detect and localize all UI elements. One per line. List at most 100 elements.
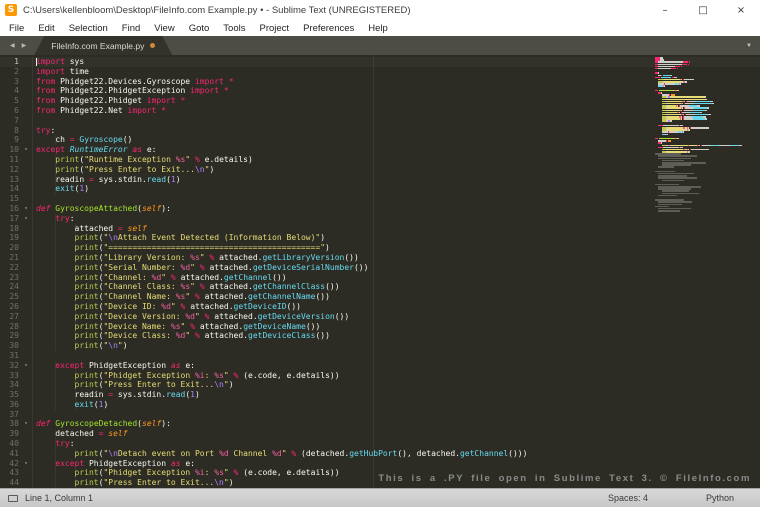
code-line[interactable]: 19 print("\nAttach Event Detected (Infor… [0, 233, 760, 244]
code-line[interactable]: 17 ▾ try: [0, 213, 760, 224]
code-line[interactable]: 36 exit(1) [0, 399, 760, 410]
menu-tools[interactable]: Tools [216, 22, 252, 35]
code-line[interactable]: 40 try: [0, 439, 760, 449]
code-line[interactable]: 15 [0, 194, 760, 204]
code-line[interactable]: 23 print("Channel: %d" % attached.getCha… [0, 272, 760, 283]
menu-goto[interactable]: Goto [182, 22, 217, 35]
code-text: try: [36, 125, 56, 135]
tab-overflow-icon[interactable]: ▼ [746, 36, 752, 55]
code-text: def GyroscopeDetached(self): [36, 419, 171, 429]
indent-guide [55, 429, 57, 440]
menu-project[interactable]: Project [252, 22, 296, 35]
tab-nav: ◀ ▶ [0, 36, 32, 55]
code-text: ch = Gyroscope() [36, 135, 133, 146]
code-line[interactable]: 31 [0, 350, 760, 361]
code-line[interactable]: 11 print("Runtime Exception %s" % e.deta… [0, 154, 760, 165]
code-line[interactable]: 20 print("==============================… [0, 243, 760, 253]
fold-gutter [20, 125, 33, 136]
code-line[interactable]: 37 [0, 409, 760, 420]
code-line[interactable]: 30 print("\n") [0, 341, 760, 351]
indent-guide [55, 439, 57, 449]
code-line[interactable]: 13 readin = sys.stdin.read(1) [0, 174, 760, 185]
fold-arrow-icon[interactable]: ▾ [20, 360, 33, 371]
indent-guide [55, 448, 57, 459]
fold-arrow-icon[interactable]: ▾ [20, 419, 33, 430]
code-line[interactable]: 9 ch = Gyroscope() [0, 135, 760, 146]
menu-selection[interactable]: Selection [62, 22, 115, 35]
fold-arrow-icon[interactable]: ▾ [20, 203, 33, 214]
vintage-mode-icon[interactable] [8, 494, 18, 502]
code-line[interactable]: 6 from Phidget22.Net import * [0, 105, 760, 116]
indent-guide [74, 262, 76, 273]
code-line[interactable]: 39 detached = self [0, 429, 760, 440]
fold-gutter [20, 292, 33, 302]
code-line[interactable]: 1 import sys [0, 57, 760, 67]
line-number: 39 [9, 429, 19, 439]
code-line[interactable]: 27 print("Device Version: %d" % attached… [0, 311, 760, 322]
line-number: 29 [9, 331, 19, 341]
code-line[interactable]: 25 print("Channel Name: %s" % attached.g… [0, 292, 760, 302]
code-line[interactable]: 28 print("Device Name: %s" % attached.ge… [0, 321, 760, 332]
code-line[interactable]: 38 ▾ def GyroscopeDetached(self): [0, 419, 760, 430]
line-number: 22 [9, 262, 19, 272]
code-line[interactable]: 2 import time [0, 66, 760, 77]
line-number: 31 [9, 350, 19, 360]
minimap[interactable] [655, 57, 747, 215]
line-number: 42 [9, 458, 19, 468]
editor-pane[interactable]: 1 import sys 2 import time 3 from Phidget22.D… [0, 55, 760, 488]
minimize-button[interactable]: – [646, 0, 684, 20]
code-line[interactable]: 10 ▾ except RuntimeError as e: [0, 145, 760, 155]
line-number: 1 [14, 57, 19, 66]
code-line[interactable]: 29 print("Device Class: %d" % attached.g… [0, 331, 760, 342]
code-line[interactable]: 8 try: [0, 125, 760, 136]
code-line[interactable]: 7 [0, 115, 760, 126]
menu-preferences[interactable]: Preferences [296, 22, 361, 35]
code-line[interactable]: 22 print("Serial Number: %d" % attached.… [0, 262, 760, 273]
code-line[interactable]: 35 readin = sys.stdin.read(1) [0, 390, 760, 400]
close-button[interactable]: × [722, 0, 760, 20]
menu-view[interactable]: View [147, 22, 181, 35]
fold-gutter [20, 282, 33, 293]
code-line[interactable]: 34 print("Press Enter to Exit...\n") [0, 380, 760, 391]
syntax-setting[interactable]: Python [706, 493, 734, 503]
code-line[interactable]: 32 ▾ except PhidgetException as e: [0, 360, 760, 371]
code-line[interactable]: 14 exit(1) [0, 184, 760, 195]
fold-gutter [20, 174, 33, 185]
tab-fileinfo-example[interactable]: FileInfo.com Example.py [34, 36, 172, 55]
menu-help[interactable]: Help [361, 22, 395, 35]
code-text: print("Channel Name: %s" % attached.getC… [33, 292, 760, 302]
code-text: print("Device Name: %s" % attached.getDe… [33, 321, 760, 332]
menu-file[interactable]: File [2, 22, 31, 35]
tab-prev-icon[interactable]: ◀ [10, 42, 15, 49]
fold-arrow-icon[interactable]: ▾ [20, 458, 33, 469]
tab-next-icon[interactable]: ▶ [22, 42, 27, 49]
code-area[interactable]: 1 import sys 2 import time 3 from Phidget22.D… [0, 57, 760, 488]
line-number: 12 [9, 164, 19, 174]
fold-arrow-icon[interactable]: ▾ [20, 145, 33, 155]
menu-find[interactable]: Find [115, 22, 147, 35]
fold-gutter [20, 243, 33, 253]
code-line[interactable]: 26 print("Device ID: %d" % attached.getD… [0, 301, 760, 312]
maximize-button[interactable]: □ [684, 0, 722, 20]
code-line[interactable]: 33 print("Phidget Exception %i: %s" % (e… [0, 370, 760, 381]
code-line[interactable]: 5 from Phidget22.Phidget import * [0, 96, 760, 106]
code-line[interactable]: 21 print("Library Version: %s" % attache… [0, 252, 760, 263]
code-line[interactable]: 3 from Phidget22.Devices.Gyroscope import… [0, 76, 760, 87]
code-line[interactable]: 4 from Phidget22.PhidgetException import … [0, 86, 760, 97]
code-text: def GyroscopeAttached(self): [36, 203, 171, 213]
indent-guide [55, 223, 57, 234]
indent-guide [55, 184, 57, 195]
code-line[interactable]: 42 ▾ except PhidgetException as e: [0, 458, 760, 469]
menu-edit[interactable]: Edit [31, 22, 61, 35]
code-line[interactable]: 24 print("Channel Class: %s" % attached.… [0, 282, 760, 293]
fold-gutter [20, 478, 33, 488]
code-line[interactable]: 16 ▾ def GyroscopeAttached(self): [0, 203, 760, 214]
code-text: attached = self [36, 223, 147, 234]
code-line[interactable]: 41 print("\nDetach event on Port %d Chan… [0, 448, 760, 459]
code-line[interactable]: 12 print("Press Enter to Exit...\n") [0, 164, 760, 175]
code-line[interactable]: 18 attached = self [0, 223, 760, 234]
indentation-setting[interactable]: Spaces: 4 [608, 493, 648, 503]
line-number: 40 [9, 439, 19, 449]
fold-arrow-icon[interactable]: ▾ [20, 213, 33, 224]
